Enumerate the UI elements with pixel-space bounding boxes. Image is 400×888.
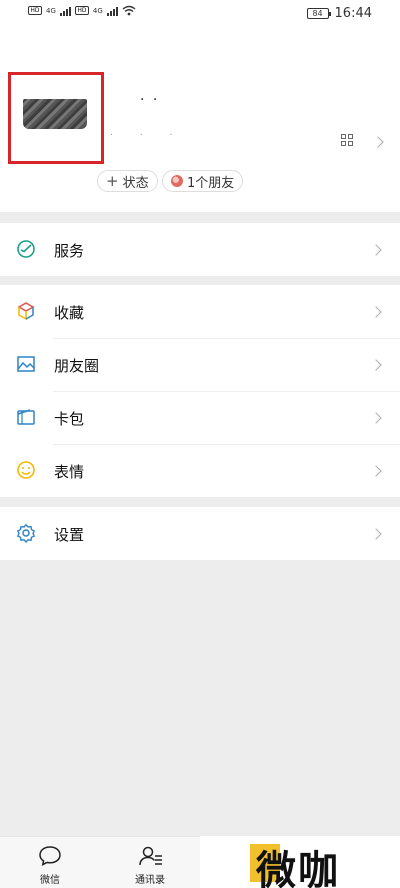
contacts-icon [139,846,162,866]
stickers-label: 表情 [54,463,85,481]
gear-icon [16,523,36,543]
menu-item-stickers[interactable]: 表情 [0,444,400,497]
wechat-id: . . . [110,128,185,138]
menu-item-settings[interactable]: 设置 [0,507,400,560]
battery-icon: 84 [306,8,331,19]
favorites-label: 收藏 [54,304,85,322]
menu-item-services[interactable]: 服务 [0,223,400,276]
status-bar: HD 4G HD 4G 84 16:44 [0,0,400,30]
chat-bubble-icon [39,846,61,867]
favorites-cube-icon [17,302,35,321]
plus-icon: + [106,171,119,190]
menu-item-moments[interactable]: 朋友圈 [0,338,400,391]
sim2-icon: HD [74,6,89,15]
clock: 16:44 [334,6,372,21]
status-right-group: 84 16:44 [306,6,372,21]
chevron-right-icon [370,306,382,318]
status-label: 状态 [122,175,149,191]
friend-avatar-icon [171,175,183,187]
wifi-icon [122,5,136,16]
signal-2-icon [106,6,118,16]
chevron-right-icon [370,528,382,540]
wallet-icon [17,409,35,425]
chevron-right-icon [372,136,384,148]
services-group: 服务 [0,223,400,276]
watermark-text: 微咖 [256,848,340,888]
add-status-button[interactable]: + 状态 [97,170,158,192]
moments-picture-icon [17,356,35,372]
services-label: 服务 [54,242,85,260]
signal-1-icon [59,6,71,16]
nickname: · · [140,92,160,108]
cards-label: 卡包 [54,410,85,428]
tab-wechat-label: 微信 [40,875,60,886]
menu-item-favorites[interactable]: 收藏 [0,285,400,338]
chevron-right-icon [370,244,382,256]
chevron-right-icon [370,412,382,424]
friends-status-button[interactable]: 1个朋友 [162,170,244,192]
tab-contacts-label: 通讯录 [135,875,165,886]
network-type-1: 4G [46,6,56,15]
chevron-right-icon [370,465,382,477]
tab-contacts[interactable]: 通讯录 [110,837,190,888]
menu-item-cards[interactable]: 卡包 [0,391,400,444]
network-type-2: 4G [92,6,103,15]
settings-group: 设置 [0,507,400,560]
settings-label: 设置 [54,526,85,544]
watermark-logo: 微咖 [200,836,400,888]
services-icon [17,240,35,258]
avatar-highlight-box [8,72,104,164]
chevron-right-icon [370,359,382,371]
main-menu-group: 收藏 朋友圈 卡包 表情 [0,285,400,497]
qr-code-icon[interactable] [341,134,353,146]
smiley-icon [17,461,35,479]
sim1-icon: HD [28,6,42,15]
moments-label: 朋友圈 [54,357,100,375]
status-signal-group: HD 4G HD 4G [28,5,136,16]
avatar[interactable] [23,99,87,129]
profile-card[interactable]: · · . . . + 状态 1个朋友 [0,30,400,212]
friends-label: 1个朋友 [187,175,235,191]
tab-wechat[interactable]: 微信 [10,837,90,888]
